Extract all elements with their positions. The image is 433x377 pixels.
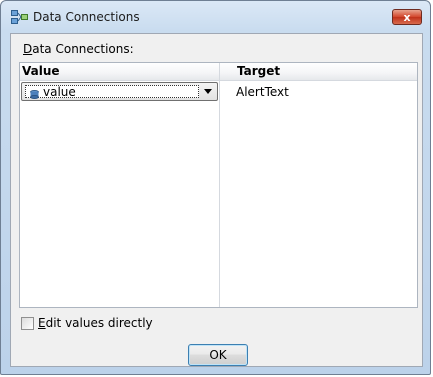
column-header-value[interactable]: Value xyxy=(22,64,60,78)
close-icon: x xyxy=(403,11,411,24)
connections-grid: Value Target value AlertText xyxy=(19,62,418,308)
dialog-body: Data Connections: Value Target value Ale… xyxy=(10,33,423,367)
ok-button[interactable]: OK xyxy=(188,344,248,366)
column-header-target[interactable]: Target xyxy=(237,64,280,78)
edit-values-directly-checkbox[interactable] xyxy=(21,317,34,330)
section-label: Data Connections: xyxy=(23,42,134,56)
data-connections-icon xyxy=(11,10,29,24)
value-dropdown-focus: value xyxy=(25,85,199,100)
title-bar: Data Connections x xyxy=(1,1,430,33)
data-connections-dialog: Data Connections x Data Connections: Val… xyxy=(0,0,431,375)
database-icon xyxy=(30,88,39,100)
window-title: Data Connections xyxy=(33,10,140,24)
close-button[interactable]: x xyxy=(392,9,422,25)
edit-values-directly-label[interactable]: Edit values directly xyxy=(38,316,153,330)
row-target-text: AlertText xyxy=(236,85,289,99)
chevron-down-icon[interactable] xyxy=(204,89,212,94)
column-divider xyxy=(219,63,220,307)
row-value-text: value xyxy=(43,85,76,99)
value-dropdown[interactable]: value xyxy=(21,82,218,101)
